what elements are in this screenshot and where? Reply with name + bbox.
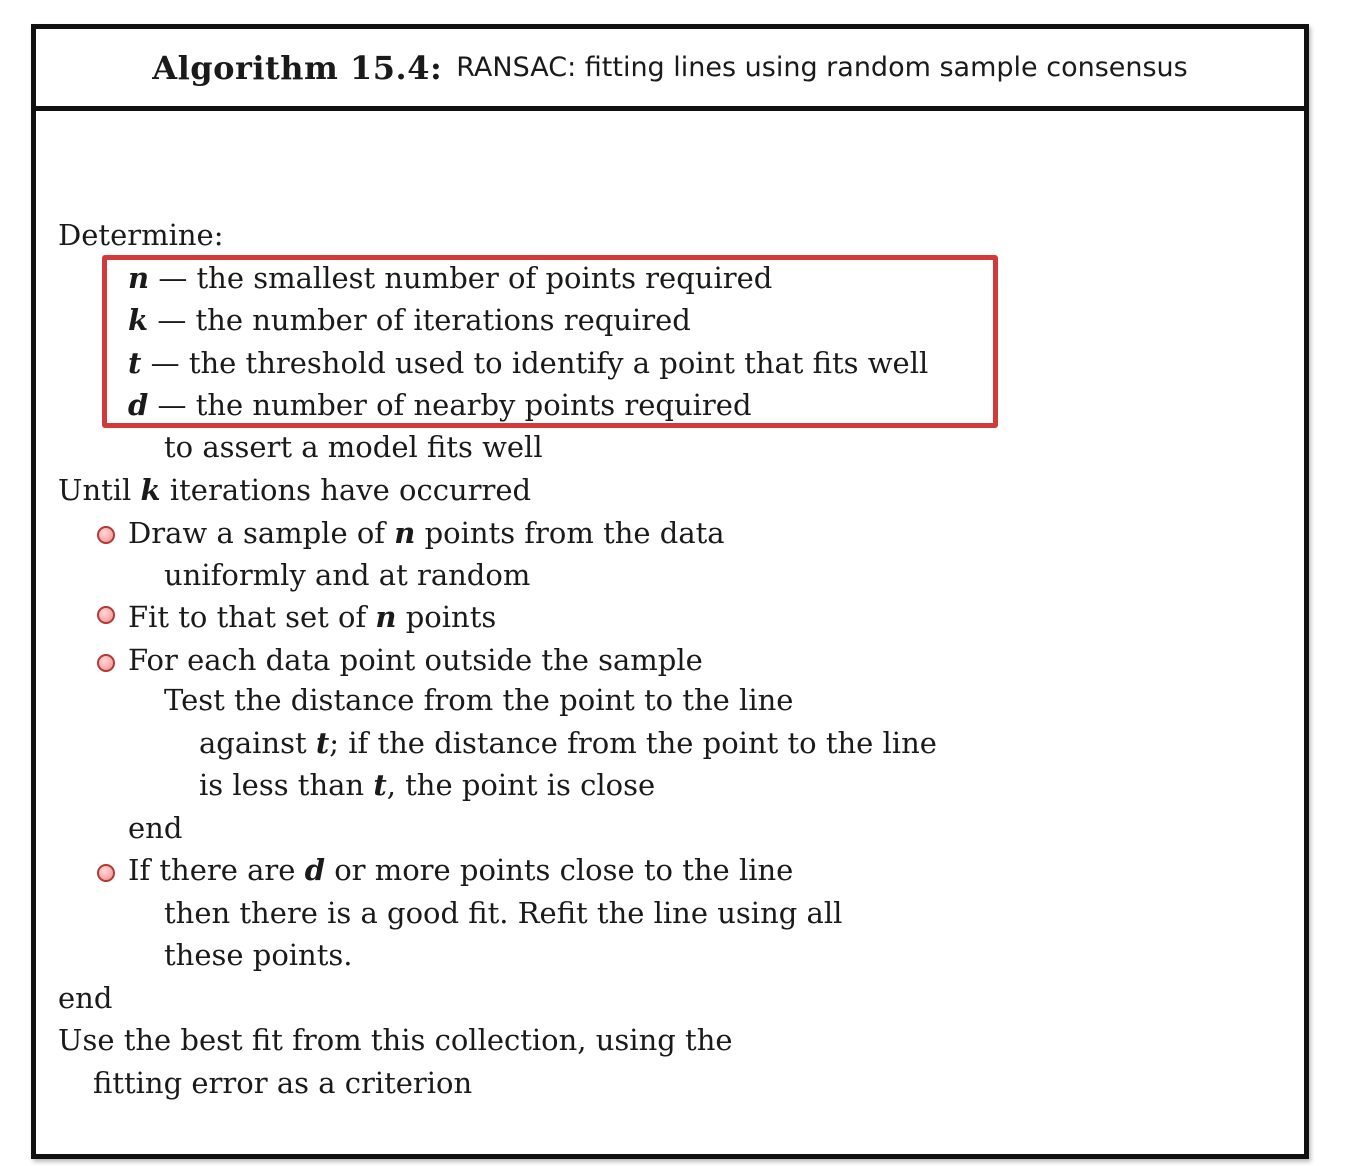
step-text: points	[405, 600, 497, 634]
step-text: , the point is close	[386, 768, 656, 802]
step-text: Fit to that set of	[128, 600, 367, 634]
final-line1: Use the best fit from this collection, u…	[58, 1023, 733, 1057]
circle-bullet-icon	[97, 606, 115, 624]
algorithm-number: Algorithm 15.4:	[152, 48, 443, 87]
step-var: t	[373, 768, 387, 802]
step-if-line1: If there are d or more points close to t…	[128, 850, 793, 890]
algorithm-title: RANSAC: fitting lines using random sampl…	[456, 52, 1188, 83]
loop-end: end	[58, 981, 113, 1015]
until-var: k	[140, 473, 161, 507]
until-pre: Until	[58, 473, 132, 507]
circle-bullet-icon	[97, 864, 115, 882]
parameters-highlight-box	[102, 255, 998, 428]
step-if-line3: these points.	[164, 938, 353, 972]
step-text: points from the data	[424, 516, 725, 550]
step-var: n	[375, 600, 397, 634]
step-text: ; if the distance from the point to the …	[329, 726, 937, 760]
circle-bullet-icon	[97, 526, 115, 544]
algorithm-header: Algorithm 15.4: RANSAC: fitting lines us…	[36, 29, 1304, 111]
step-var: n	[394, 516, 416, 550]
determine-continuation: to assert a model fits well	[164, 430, 543, 464]
step-text: against	[199, 726, 307, 760]
until-post: iterations have occurred	[169, 473, 532, 507]
determine-label: Determine:	[58, 218, 224, 252]
until-line: Until k iterations have occurred	[58, 470, 531, 510]
inner-end: end	[128, 811, 183, 845]
step-test-line: Test the distance from the point to the …	[164, 683, 794, 717]
step-text: Draw a sample of	[128, 516, 386, 550]
step-fit-line: Fit to that set of n points	[128, 597, 496, 637]
step-against-line: against t; if the distance from the poin…	[199, 723, 937, 763]
step-text: is less than	[199, 768, 365, 802]
step-foreach-line: For each data point outside the sample	[128, 643, 703, 677]
step-var: d	[304, 853, 325, 887]
step-text: or more points close to the line	[334, 853, 794, 887]
step-less-line: is less than t, the point is close	[199, 765, 655, 805]
step-var: t	[315, 726, 330, 760]
step-if-line2: then there is a good fit. Refit the line…	[164, 896, 843, 930]
step-draw-line2: uniformly and at random	[164, 558, 531, 592]
step-draw-line1: Draw a sample of n points from the data	[128, 513, 725, 553]
step-text: If there are	[128, 853, 296, 887]
final-line2: fitting error as a criterion	[93, 1066, 473, 1100]
circle-bullet-icon	[97, 654, 115, 672]
